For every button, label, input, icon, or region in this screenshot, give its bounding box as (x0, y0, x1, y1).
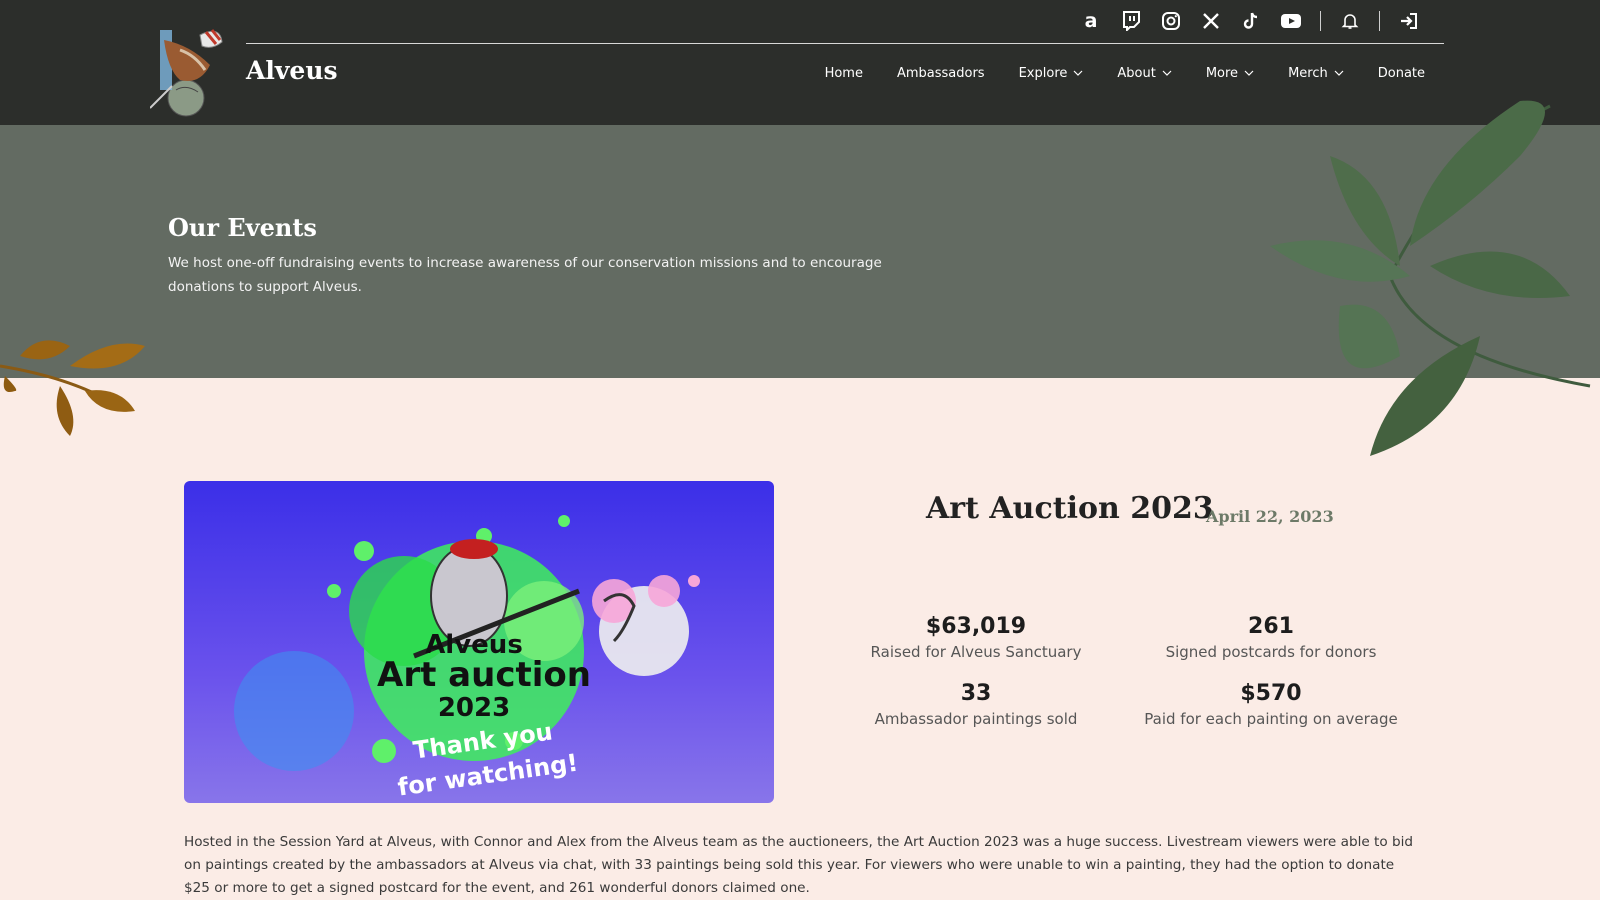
stat-label: Signed postcards for donors (1165, 643, 1377, 661)
twitch-icon[interactable] (1120, 10, 1142, 32)
nav-more[interactable]: More (1189, 62, 1271, 84)
stat-value: 261 (1248, 614, 1294, 639)
nav-donate[interactable]: Donate (1361, 62, 1442, 84)
alveus-logo[interactable] (150, 20, 234, 120)
event-title: Art Auction 2023 (926, 491, 1214, 526)
divider (1320, 11, 1321, 31)
stat-label: Paid for each painting on average (1144, 710, 1398, 728)
stat-value: $63,019 (925, 614, 1027, 639)
event-image[interactable]: Alveus Art auction 2023 Thank you for wa… (184, 481, 774, 803)
bell-icon[interactable] (1339, 10, 1361, 32)
stat-postcards: 261 Signed postcards for donors (1121, 612, 1421, 662)
instagram-icon[interactable] (1160, 10, 1182, 32)
leaf-decoration (1270, 100, 1591, 456)
amazon-icon[interactable]: a (1080, 10, 1102, 32)
nav-about[interactable]: About (1100, 62, 1188, 84)
event-date: April 22, 2023 (1206, 507, 1334, 526)
leaf-decoration (0, 340, 145, 436)
social-bar: a (1080, 6, 1420, 36)
chevron-down-icon (1334, 70, 1344, 76)
page-title: Our Events (168, 213, 317, 242)
stat-label: Raised for Alveus Sanctuary (870, 643, 1082, 661)
chevron-down-icon (1073, 70, 1083, 76)
sign-in-icon[interactable] (1398, 10, 1420, 32)
x-icon[interactable] (1200, 10, 1222, 32)
nav-explore[interactable]: Explore (1002, 62, 1101, 84)
main-nav: Home Ambassadors Explore About More Merc… (808, 62, 1442, 84)
stat-raised: $63,019 Raised for Alveus Sanctuary (826, 612, 1126, 662)
stat-label: Ambassador paintings sold (874, 710, 1078, 728)
tiktok-icon[interactable] (1240, 10, 1262, 32)
stat-paintings: 33 Ambassador paintings sold (826, 679, 1126, 729)
divider (1379, 11, 1380, 31)
header-divider (246, 43, 1444, 44)
image-text-line3: 2023 (438, 693, 510, 723)
nav-merch[interactable]: Merch (1271, 62, 1361, 84)
chevron-down-icon (1244, 70, 1254, 76)
event-description: Hosted in the Session Yard at Alveus, wi… (184, 834, 1414, 896)
nav-home[interactable]: Home (808, 62, 880, 84)
youtube-icon[interactable] (1280, 10, 1302, 32)
image-text-line2: Art auction (377, 655, 591, 695)
site-title[interactable]: Alveus (246, 56, 338, 85)
art-auction-graphic: Alveus Art auction 2023 Thank you for wa… (234, 515, 700, 802)
nav-ambassadors[interactable]: Ambassadors (880, 62, 1002, 84)
page-description: We host one-off fundraising events to in… (168, 255, 882, 295)
chevron-down-icon (1162, 70, 1172, 76)
stat-value: 33 (960, 681, 992, 706)
stat-value: $570 (1240, 681, 1302, 706)
stat-average: $570 Paid for each painting on average (1121, 679, 1421, 729)
